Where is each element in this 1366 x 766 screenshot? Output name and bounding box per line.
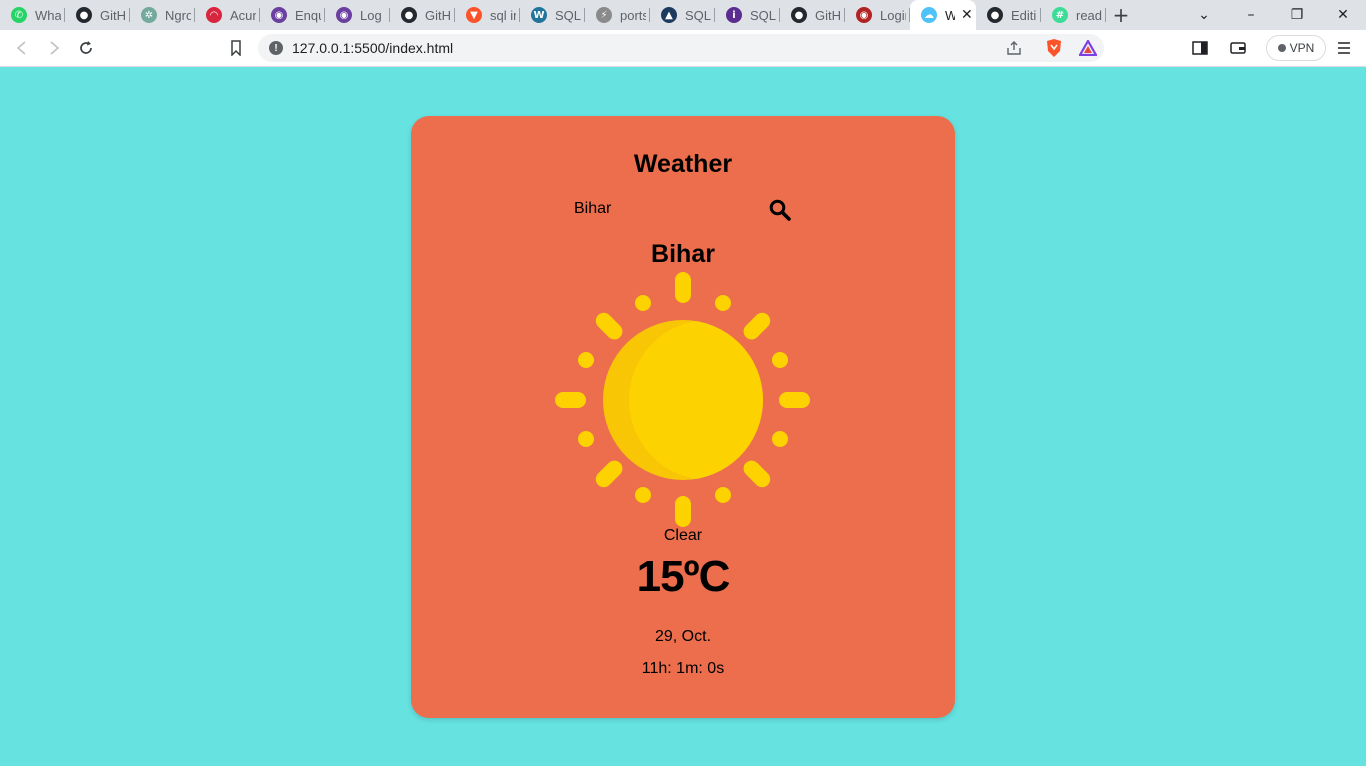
tab-title: SQL bbox=[685, 7, 711, 23]
browser-tab[interactable]: ◉ Login bbox=[845, 0, 910, 30]
browser-tab[interactable]: # readr bbox=[1041, 0, 1106, 30]
temperature: 15ºC bbox=[636, 552, 731, 601]
tab-title: GitHu bbox=[815, 7, 841, 23]
tab-title: GitHu bbox=[425, 7, 451, 23]
menu-icon[interactable] bbox=[1332, 36, 1356, 60]
forward-icon[interactable] bbox=[42, 36, 66, 60]
search-button[interactable] bbox=[768, 198, 792, 222]
whatsapp-icon: ✆ bbox=[11, 7, 27, 23]
vpn-label: VPN bbox=[1289, 41, 1315, 55]
tab-title: What bbox=[35, 7, 61, 23]
chatgpt-icon: ✲ bbox=[141, 7, 157, 23]
browser-toolbar: ! 127.0.0.1:5500/index.html VPN bbox=[0, 30, 1366, 67]
app-title: Weather bbox=[633, 150, 733, 178]
tab-title: Log I bbox=[360, 7, 386, 23]
search-icon bbox=[769, 199, 791, 221]
browser-tab[interactable]: ▲ SQL bbox=[650, 0, 715, 30]
sidebar-icon[interactable] bbox=[1188, 36, 1212, 60]
tab-title: Editir bbox=[1011, 7, 1037, 23]
tab-close-icon[interactable]: ✕ bbox=[961, 7, 973, 23]
minimize-icon[interactable]: – bbox=[1228, 0, 1274, 30]
browser-tab[interactable]: ⚡ ports bbox=[585, 0, 650, 30]
wallet-icon[interactable] bbox=[1226, 36, 1250, 60]
restore-icon[interactable]: ❐ bbox=[1274, 0, 1320, 30]
brave-shields-icon[interactable] bbox=[1042, 36, 1066, 60]
back-icon[interactable] bbox=[10, 36, 34, 60]
browser-tab[interactable]: ● GitHu bbox=[65, 0, 130, 30]
new-tab-button[interactable]: + bbox=[1110, 3, 1132, 27]
vpn-button[interactable]: VPN bbox=[1266, 35, 1326, 61]
city-name: Bihar bbox=[651, 240, 715, 268]
github-icon: ● bbox=[401, 7, 417, 23]
tab-title: Acun bbox=[230, 7, 256, 23]
browser-tab[interactable]: ◉ Enqu bbox=[260, 0, 325, 30]
address-bar[interactable]: ! 127.0.0.1:5500/index.html bbox=[258, 34, 1104, 62]
bookmark-icon[interactable] bbox=[224, 36, 248, 60]
brave-icon: ▼ bbox=[466, 7, 482, 23]
tab-title: SQL bbox=[555, 7, 581, 23]
share-icon[interactable] bbox=[1006, 40, 1022, 61]
close-window-icon[interactable]: ✕ bbox=[1320, 0, 1366, 30]
browser-tab[interactable]: ☁ W ✕ bbox=[910, 0, 976, 30]
tab-title: GitHu bbox=[100, 7, 126, 23]
tab-title: Login bbox=[880, 7, 906, 23]
browser-tab[interactable]: ✆ What bbox=[0, 0, 65, 30]
browser-tab[interactable]: ● GitHu bbox=[780, 0, 845, 30]
browser-tab[interactable]: ▼ sql in bbox=[455, 0, 520, 30]
cloud-icon: ☁ bbox=[921, 7, 937, 23]
browser-tab[interactable]: W SQL bbox=[520, 0, 585, 30]
bolt-icon: ⚡ bbox=[596, 7, 612, 23]
browser-tab[interactable]: ● Editir bbox=[976, 0, 1041, 30]
hash-icon: # bbox=[1052, 7, 1068, 23]
browser-tab[interactable]: ✲ Ngro bbox=[130, 0, 195, 30]
wordpress-icon: W bbox=[531, 7, 547, 23]
tab-title: ports bbox=[620, 7, 646, 23]
tab-title: readr bbox=[1076, 7, 1102, 23]
brave-rewards-icon[interactable] bbox=[1076, 36, 1100, 60]
site-icon: ◉ bbox=[336, 7, 352, 23]
github-icon: ● bbox=[987, 7, 1003, 23]
site-icon: ◉ bbox=[271, 7, 287, 23]
github-icon: ● bbox=[791, 7, 807, 23]
tab-title: sql in bbox=[490, 7, 516, 23]
tab-title: SQL bbox=[750, 7, 776, 23]
city-search-input[interactable] bbox=[574, 197, 744, 221]
time-text: 11h: 1m: 0s bbox=[641, 660, 725, 677]
tab-title: Ngro bbox=[165, 7, 191, 23]
reload-icon[interactable] bbox=[74, 36, 98, 60]
tab-title: W bbox=[945, 7, 955, 23]
github-icon: ● bbox=[76, 7, 92, 23]
vpn-status-icon bbox=[1277, 44, 1286, 52]
browser-tab[interactable]: ◉ Log I bbox=[325, 0, 390, 30]
shield-icon: ▲ bbox=[661, 7, 677, 23]
browser-tab[interactable]: i SQL bbox=[715, 0, 780, 30]
date-text: 29, Oct. bbox=[654, 628, 712, 645]
browser-tab[interactable]: ◠ Acun bbox=[195, 0, 260, 30]
sun-icon bbox=[555, 272, 810, 527]
browser-tab[interactable]: ● GitHu bbox=[390, 0, 455, 30]
tab-search-icon[interactable]: ⌄ bbox=[1181, 0, 1227, 30]
site-icon: ◉ bbox=[856, 7, 872, 23]
info-icon: i bbox=[726, 7, 742, 23]
tab-strip: ✆ What ● GitHu ✲ Ngro ◠ Acun ◉ Enqu ◉ Log I ● GitHu ▼ s… bbox=[0, 0, 1366, 30]
site-info-icon[interactable]: ! bbox=[269, 41, 283, 55]
url-text: 127.0.0.1:5500/index.html bbox=[292, 40, 454, 56]
tab-title: Enqu bbox=[295, 7, 321, 23]
weather-condition: Clear bbox=[663, 527, 703, 544]
acunetix-icon: ◠ bbox=[206, 7, 222, 23]
